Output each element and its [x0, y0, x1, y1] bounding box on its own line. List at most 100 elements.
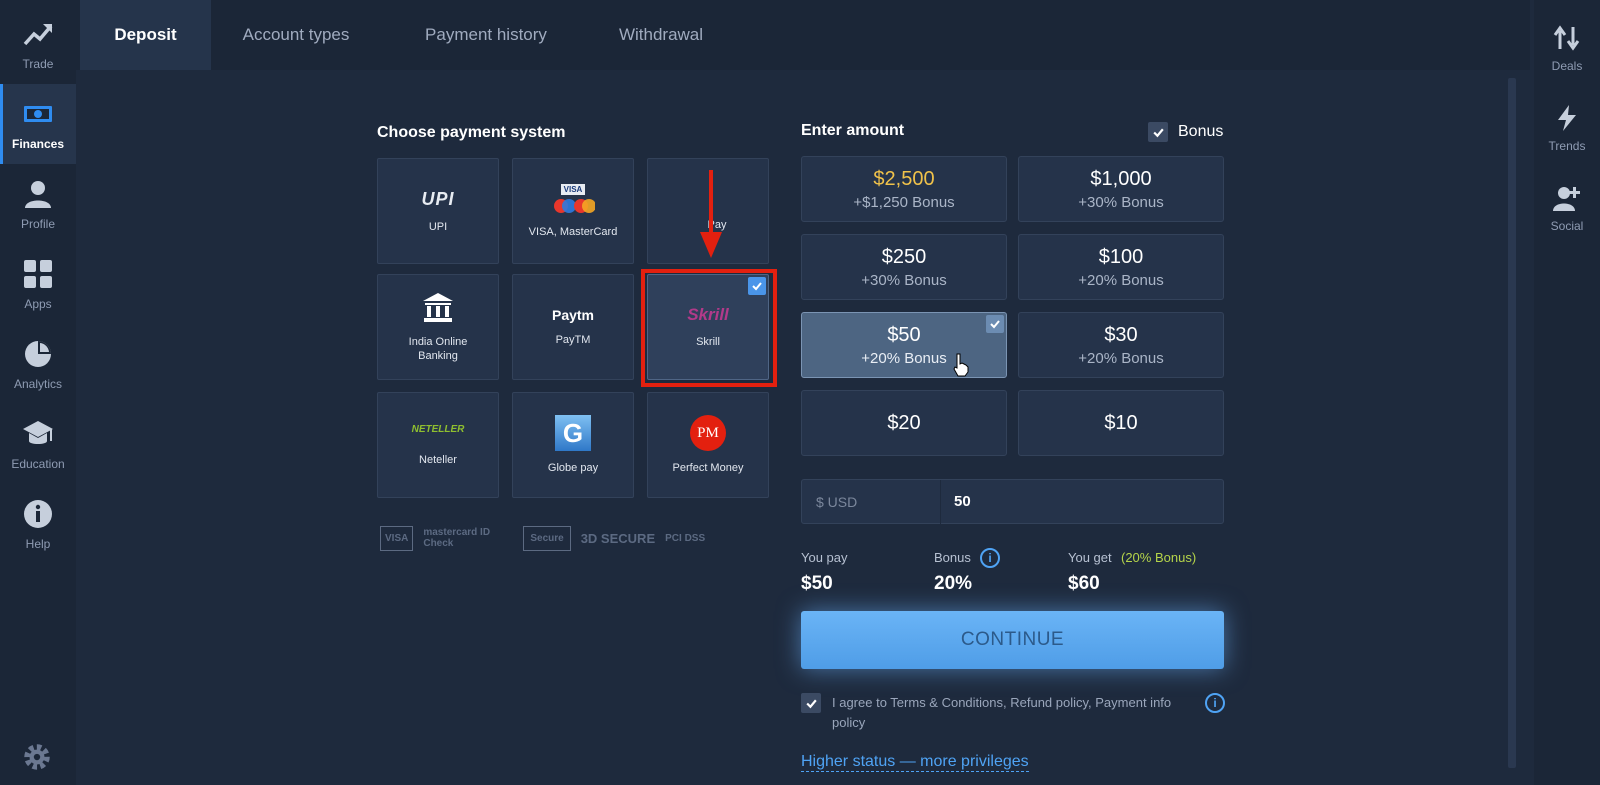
you-get-bonus-note: (20% Bonus)	[1121, 550, 1197, 565]
pci-dss-trust-logo: PCI DSS	[665, 532, 706, 544]
mastercard-trust-logo: mastercard ID Check	[423, 527, 491, 549]
nav-analytics[interactable]: Analytics	[0, 324, 76, 404]
amount-value: $100	[1098, 245, 1144, 268]
payment-method-neteller[interactable]: NETELLER Neteller	[377, 392, 499, 498]
nav-education[interactable]: Education	[0, 404, 76, 484]
amount-option-100[interactable]: $100 +20% Bonus	[1018, 234, 1224, 300]
trend-up-icon	[23, 23, 53, 45]
left-nav: Trade Finances Profile Apps Analytics Ed…	[0, 0, 76, 785]
payment-method-perfect-money[interactable]: PM Perfect Money	[647, 392, 769, 498]
visa-trust-logo: VISA	[380, 525, 414, 551]
arrows-updown-icon	[1553, 25, 1580, 51]
tab-withdrawal[interactable]: Withdrawal	[586, 0, 736, 70]
nav-deals-label: Deals	[1551, 59, 1583, 73]
mastercard-icon	[554, 198, 595, 213]
nav-finances[interactable]: Finances	[0, 84, 76, 164]
scrollbar[interactable]	[1508, 78, 1516, 768]
right-nav: Deals Trends Social	[1534, 0, 1600, 785]
nav-education-label: Education	[11, 456, 65, 471]
nav-finances-label: Finances	[11, 136, 65, 151]
selected-check-icon	[986, 315, 1004, 333]
graduation-cap-icon	[23, 420, 53, 444]
nav-social[interactable]: Social	[1534, 168, 1600, 248]
skrill-highlight-box	[641, 269, 777, 387]
you-pay-label: You pay	[801, 550, 848, 565]
payment-method-paytm[interactable]: Paytm PayTM	[512, 274, 634, 380]
amount-input-field[interactable]: $ USD	[801, 479, 1224, 525]
payment-method-label: Perfect Money	[672, 462, 744, 474]
higher-status-link[interactable]: Higher status — more privileges	[801, 753, 1029, 772]
amount-option-250[interactable]: $250 +30% Bonus	[801, 234, 1007, 300]
hand-cursor-icon	[953, 353, 969, 377]
amount-option-1000[interactable]: $1,000 +30% Bonus	[1018, 156, 1224, 222]
amount-bonus: +30% Bonus	[1078, 193, 1164, 211]
nav-analytics-label: Analytics	[13, 376, 63, 391]
tab-account-types[interactable]: Account types	[211, 0, 381, 70]
info-icon	[24, 499, 52, 528]
add-user-icon	[1553, 187, 1580, 211]
nav-deals[interactable]: Deals	[1534, 8, 1600, 88]
bonus-checkbox-label: Bonus	[1178, 123, 1224, 140]
amount-option-30[interactable]: $30 +20% Bonus	[1018, 312, 1224, 378]
amount-bonus: +20% Bonus	[1078, 349, 1164, 367]
payment-method-globe-pay[interactable]: G Globe pay	[512, 392, 634, 498]
agree-checkbox[interactable]	[801, 693, 821, 713]
agree-terms-text: I agree to Terms & Conditions, Refund po…	[832, 695, 1172, 730]
payment-method-india-online-banking[interactable]: India Online Banking	[377, 274, 499, 380]
upi-logo: UPI	[421, 188, 455, 209]
currency-label: $ USD	[816, 494, 858, 510]
nav-profile[interactable]: Profile	[0, 164, 76, 244]
you-pay-value: $50	[801, 573, 833, 594]
info-icon[interactable]: i	[980, 548, 1000, 568]
amount-option-50[interactable]: $50 +20% Bonus	[801, 312, 1007, 378]
3d-secure-trust-logo: 3D SECURE	[580, 530, 656, 546]
amount-value: $2,500	[873, 167, 935, 190]
nav-trends[interactable]: Trends	[1534, 88, 1600, 168]
payment-method-label: India Online Banking	[408, 336, 468, 362]
nav-help-label: Help	[25, 536, 51, 551]
arrow-down-icon	[700, 170, 722, 258]
amount-bonus: +20% Bonus	[1078, 271, 1164, 289]
amount-bonus: +30% Bonus	[861, 271, 947, 289]
check-icon	[805, 699, 817, 708]
amount-option-2500[interactable]: $2,500 +$1,250 Bonus	[801, 156, 1007, 222]
tab-deposit[interactable]: Deposit	[80, 0, 211, 70]
amount-value: $10	[1104, 411, 1138, 434]
nav-trends-label: Trends	[1548, 139, 1586, 153]
amount-value: $30	[1104, 323, 1138, 346]
apps-grid-icon	[24, 259, 52, 288]
info-icon[interactable]: i	[1205, 693, 1225, 713]
nav-profile-label: Profile	[20, 216, 55, 231]
amount-value: $50	[887, 323, 921, 346]
amount-option-10[interactable]: $10	[1018, 390, 1224, 456]
tab-bar: Deposit Account types Payment history Wi…	[76, 0, 1530, 70]
payment-method-label: Neteller	[419, 453, 457, 466]
perfect-money-logo: PM	[690, 415, 726, 451]
amount-input[interactable]	[954, 493, 1154, 510]
you-get-value: $60	[1068, 573, 1100, 594]
amount-value: $1,000	[1090, 167, 1152, 190]
amount-bonus: +20% Bonus	[861, 349, 947, 367]
visa-logo: VISA	[560, 183, 586, 195]
payment-method-upi[interactable]: UPI UPI	[377, 158, 499, 264]
nav-trade-label: Trade	[22, 56, 54, 71]
globe-pay-logo: G	[555, 415, 591, 451]
payment-method-visa-mastercard[interactable]: VISA VISA, MasterCard	[512, 158, 634, 264]
pie-chart-icon	[25, 340, 51, 367]
nav-apps[interactable]: Apps	[0, 244, 76, 324]
amount-value: $250	[881, 245, 927, 268]
nav-trade[interactable]: Trade	[0, 4, 76, 84]
bonus-label: Bonus	[934, 550, 971, 565]
nav-help[interactable]: Help	[0, 484, 76, 564]
gear-icon[interactable]	[20, 740, 54, 774]
amount-option-20[interactable]: $20	[801, 390, 1007, 456]
amount-value: $20	[887, 411, 921, 434]
payment-method-label: Globe pay	[547, 462, 599, 474]
bonus-checkbox[interactable]	[1148, 122, 1168, 142]
card-logo: VISA	[551, 183, 595, 215]
continue-button[interactable]: CONTINUE	[801, 611, 1224, 669]
tab-payment-history[interactable]: Payment history	[396, 0, 576, 70]
nav-social-label: Social	[1550, 219, 1584, 233]
trust-logos: VISA mastercard ID Check Secure 3D SECUR…	[380, 520, 775, 556]
lightning-icon	[1558, 105, 1576, 131]
